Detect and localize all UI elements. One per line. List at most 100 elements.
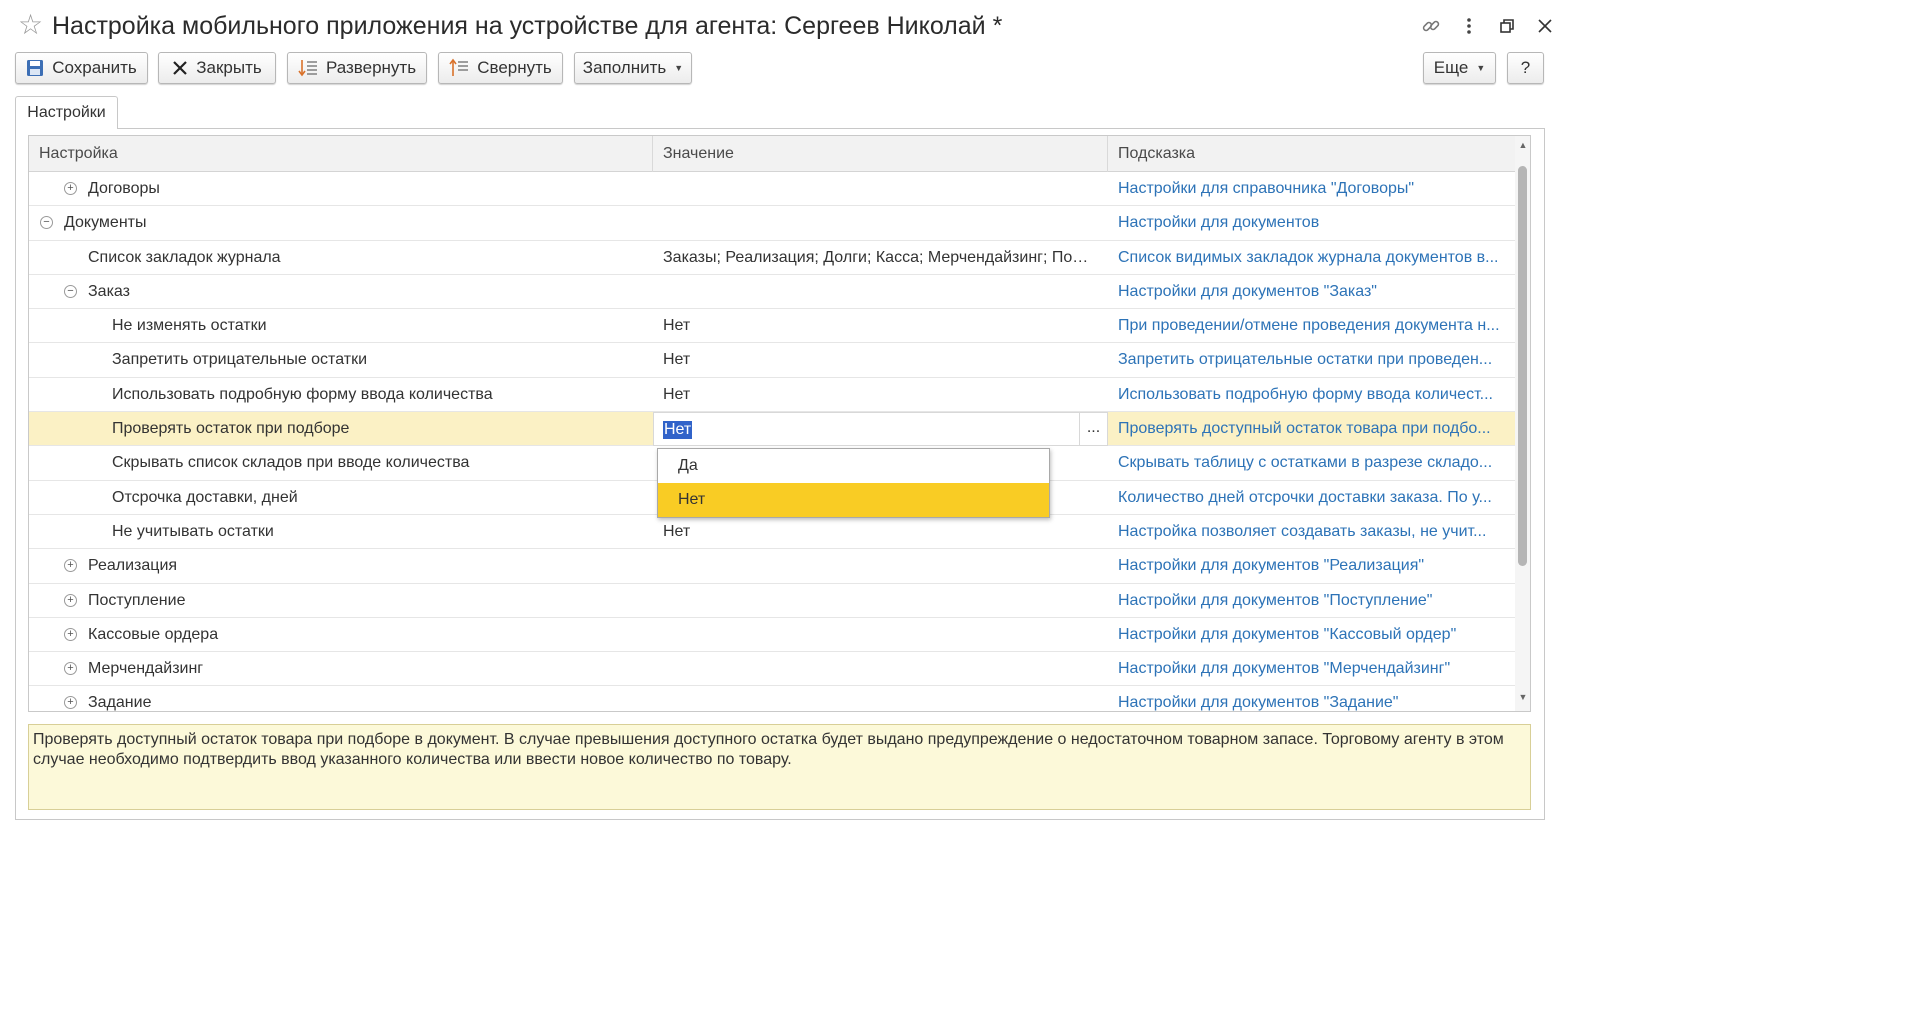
restore-window-icon[interactable] [1492,12,1522,40]
expand-node-icon[interactable]: + [64,696,77,710]
more-vertical-icon[interactable] [1454,12,1484,40]
favorite-star-icon[interactable]: ☆ [18,10,43,40]
table-row[interactable]: − Заказ Настройки для документов "Заказ" [29,275,1515,310]
setting-value[interactable] [663,686,1093,711]
table-row[interactable]: Использовать подробную форму ввода колич… [29,378,1515,413]
save-button[interactable]: Сохранить [15,52,148,84]
setting-value[interactable]: Заказы; Реализация; Долги; Касса; Мерчен… [663,241,1093,275]
expand-node-icon[interactable]: + [64,662,77,676]
collapse-node-icon[interactable]: − [64,284,77,298]
setting-name: Договоры [88,180,160,197]
close-window-icon[interactable] [1530,12,1560,40]
setting-value[interactable]: Нет [663,515,1093,549]
scroll-up-arrow-icon[interactable]: ▲ [1515,140,1530,150]
expand-node-icon[interactable]: + [64,593,77,607]
setting-hint[interactable]: Настройки для документов "Поступление" [1118,584,1506,618]
setting-hint[interactable]: Настройки для документов "Мерчендайзинг" [1118,652,1506,686]
expand-all-button[interactable]: Развернуть [287,52,427,84]
table-row[interactable]: + Поступление Настройки для документов "… [29,584,1515,618]
table-row[interactable]: − Документы Настройки для документов [29,206,1515,241]
caret-down-icon: ▼ [1476,63,1486,73]
choice-button[interactable]: ... [1079,413,1107,446]
expand-node-icon[interactable]: + [64,627,77,641]
settings-table: Настройка Значение Подсказка + Договоры … [28,135,1531,712]
close-button[interactable]: Закрыть [158,52,276,84]
table-row[interactable]: Не учитывать остатки Нет Настройка позво… [29,515,1515,550]
setting-hint[interactable]: Настройки для документов "Задание" [1118,686,1506,711]
table-row[interactable]: Не изменять остатки Нет При проведении/о… [29,309,1515,344]
collapse-all-button[interactable]: Свернуть [438,52,563,84]
window-title: Настройка мобильного приложения на устро… [52,12,1003,40]
column-header-hint[interactable]: Подсказка [1108,136,1515,172]
table-row[interactable]: + Реализация Настройки для документов "Р… [29,549,1515,584]
setting-value[interactable] [663,206,1093,240]
tab-settings[interactable]: Настройки [15,96,118,129]
column-header-setting[interactable]: Настройка [29,136,653,172]
table-row[interactable]: + Мерчендайзинг Настройки для документов… [29,652,1515,687]
table-row[interactable]: + Кассовые ордера Настройки для документ… [29,618,1515,653]
setting-value[interactable]: Нет [663,378,1093,412]
setting-hint[interactable]: Настройки для документов "Заказ" [1118,275,1506,309]
help-button[interactable]: ? [1507,52,1544,84]
fill-button-label: Заполнить [582,58,667,77]
setting-value[interactable] [663,275,1093,309]
setting-name: Не изменять остатки [112,317,267,335]
setting-name: Отсрочка доставки, дней [112,488,298,506]
table-row[interactable]: Список закладок журнала Заказы; Реализац… [29,241,1515,275]
setting-value[interactable] [663,618,1093,652]
setting-name: Мерчендайзинг [88,660,204,678]
expand-tree-icon [298,58,318,78]
save-button-label: Сохранить [52,58,137,77]
setting-value[interactable]: Нет [663,343,1093,377]
setting-value[interactable] [663,549,1093,583]
setting-hint[interactable]: Список видимых закладок журнала документ… [1118,241,1506,275]
setting-value[interactable]: Нет [663,309,1093,343]
setting-name: Документы [64,214,147,232]
value-edit-field[interactable]: Нет ... [653,412,1108,447]
setting-name: Задание [88,694,152,712]
scroll-down-arrow-icon[interactable]: ▼ [1515,692,1530,702]
setting-value[interactable] [663,172,1093,206]
setting-hint[interactable]: Проверять доступный остаток товара при п… [1118,412,1506,446]
table-row-selected[interactable]: Проверять остаток при подборе Нет ... Пр… [29,412,1515,447]
setting-hint[interactable]: Использовать подробную форму ввода колич… [1118,378,1506,412]
setting-hint[interactable]: Настройки для справочника "Договоры" [1118,172,1506,206]
expand-all-button-label: Развернуть [325,58,417,77]
table-body: + Договоры Настройки для справочника "До… [29,172,1515,712]
table-row[interactable]: + Задание Настройки для документов "Зада… [29,686,1515,712]
expand-node-icon[interactable]: + [64,182,77,195]
setting-name: Скрывать список складов при вводе количе… [112,454,470,472]
setting-hint[interactable]: Настройки для документов "Реализация" [1118,549,1506,583]
setting-hint[interactable]: При проведении/отмене проведения докумен… [1118,309,1506,343]
setting-hint[interactable]: Настройка позволяет создавать заказы, не… [1118,515,1506,549]
setting-hint[interactable]: Количество дней отсрочки доставки заказа… [1118,481,1506,515]
setting-hint[interactable]: Настройки для документов [1118,206,1506,240]
setting-name: Реализация [88,557,178,575]
dropdown-option-yes[interactable]: Да [658,449,1049,483]
link-icon[interactable] [1416,12,1446,40]
expand-node-icon[interactable]: + [64,559,77,573]
more-actions-button[interactable]: Еще ▼ [1423,52,1496,84]
collapse-all-button-label: Свернуть [477,58,552,77]
fill-dropdown-button[interactable]: Заполнить ▼ [574,52,692,84]
value-dropdown-list: Да Нет [657,448,1050,518]
collapse-node-icon[interactable]: − [40,216,53,230]
table-row[interactable]: + Договоры Настройки для справочника "До… [29,172,1515,207]
scrollbar-thumb[interactable] [1518,166,1527,566]
setting-hint[interactable]: Скрывать таблицу с остатками в разрезе с… [1118,446,1506,480]
vertical-scrollbar[interactable]: ▲ ▼ [1515,136,1530,711]
caret-down-icon: ▼ [674,63,684,73]
setting-value[interactable] [663,584,1093,618]
selected-value-text[interactable]: Нет [663,421,693,440]
setting-value[interactable] [663,652,1093,686]
setting-name: Использовать подробную форму ввода колич… [112,385,493,403]
table-header: Настройка Значение Подсказка [29,136,1515,172]
dropdown-option-no[interactable]: Нет [658,483,1049,517]
setting-hint[interactable]: Запретить отрицательные остатки при пров… [1118,343,1506,377]
close-button-label: Закрыть [196,58,262,77]
floppy-disk-icon [26,59,44,77]
setting-hint[interactable]: Настройки для документов "Кассовый ордер… [1118,618,1506,652]
setting-name: Кассовые ордера [88,625,219,643]
table-row[interactable]: Запретить отрицательные остатки Нет Запр… [29,343,1515,378]
column-header-value[interactable]: Значение [653,136,1108,172]
